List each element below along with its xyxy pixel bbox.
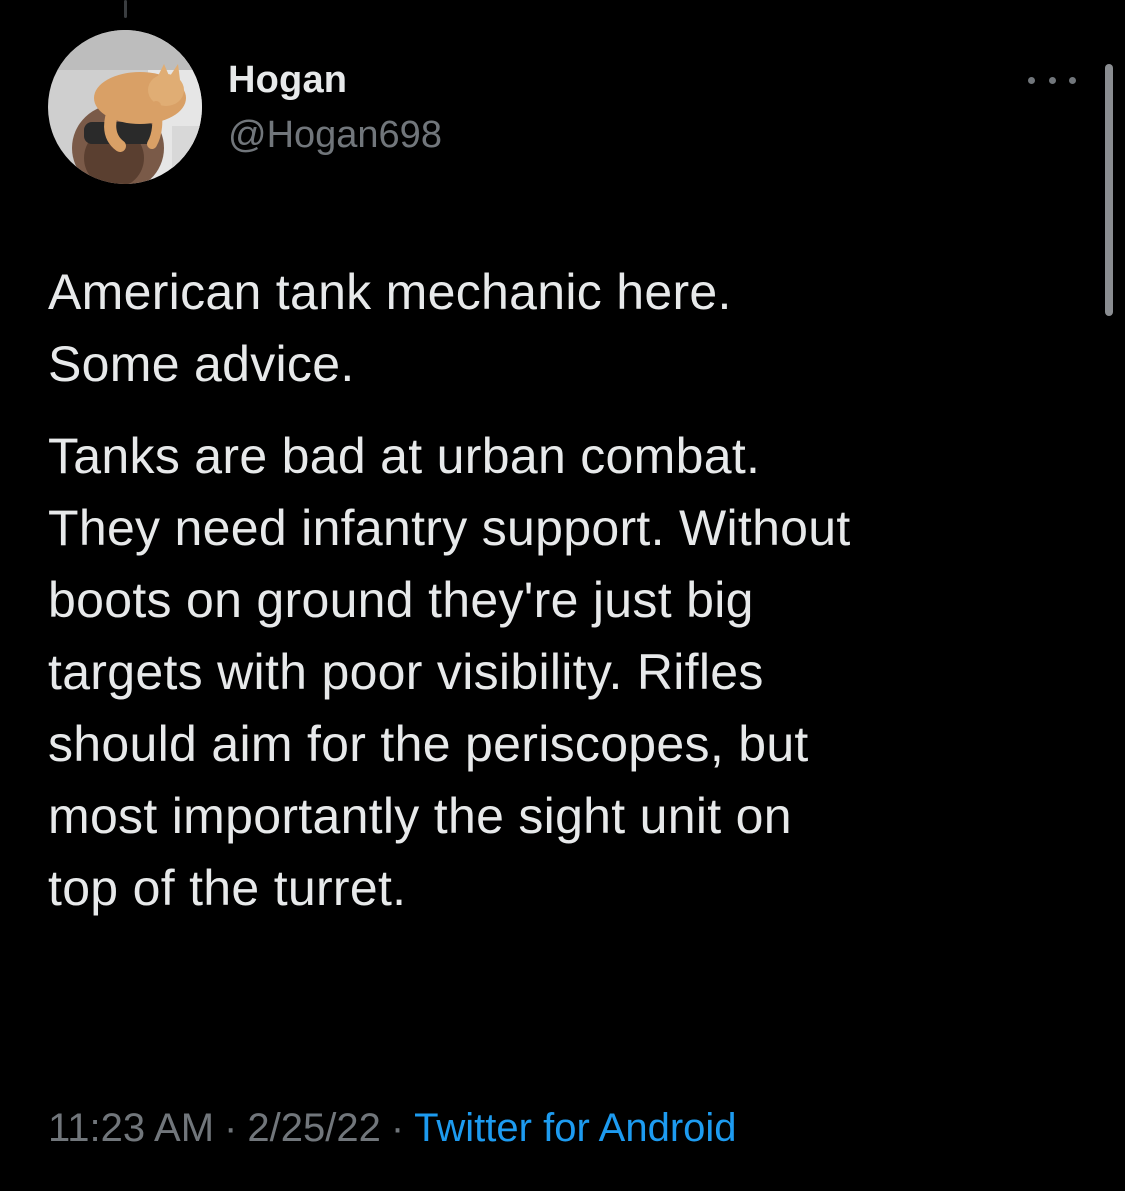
tweet-text: American tank mechanic here. Some advice… (48, 256, 1088, 924)
avatar[interactable] (48, 30, 202, 184)
tweet-date[interactable]: 2/25/22 (247, 1106, 380, 1150)
thread-connector-line (124, 0, 127, 18)
user-handle[interactable]: @Hogan698 (228, 113, 442, 159)
tweet-paragraph: American tank mechanic here. Some advice… (48, 264, 732, 392)
more-options-icon[interactable] (1028, 68, 1076, 92)
tweet-time[interactable]: 11:23 AM (48, 1106, 214, 1150)
avatar-photo-icon (48, 30, 202, 184)
meta-separator: · (224, 1106, 238, 1150)
more-dot (1048, 76, 1056, 84)
more-dot (1028, 76, 1035, 84)
tweet-metadata: 11:23 AM · 2/25/22 · Twitter for Android (48, 1104, 737, 1152)
more-dot (1069, 76, 1076, 84)
scrollbar[interactable] (1105, 64, 1113, 316)
display-name[interactable]: Hogan (228, 58, 347, 104)
meta-separator: · (390, 1106, 405, 1150)
tweet-paragraph: Tanks are bad at urban combat. They need… (48, 428, 851, 916)
tweet-source-link[interactable]: Twitter for Android (414, 1106, 736, 1150)
